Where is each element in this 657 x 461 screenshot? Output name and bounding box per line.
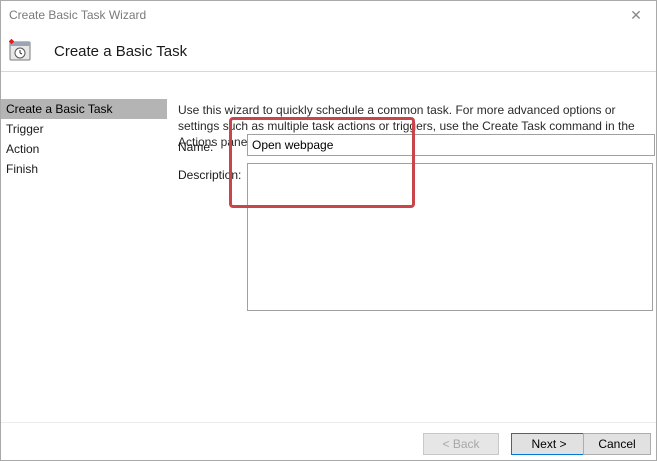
back-button[interactable]: < Back	[423, 433, 499, 455]
wizard-steps: Create a Basic Task Trigger Action Finis…	[1, 99, 169, 179]
title-bar: Create Basic Task Wizard ✕	[1, 1, 656, 29]
next-button[interactable]: Next >	[511, 433, 587, 455]
task-scheduler-icon	[9, 39, 31, 61]
name-label: Name:	[178, 140, 214, 154]
name-field[interactable]	[247, 134, 655, 156]
step-action[interactable]: Action	[1, 139, 169, 159]
step-create-basic-task[interactable]: Create a Basic Task	[1, 99, 167, 119]
cancel-button[interactable]: Cancel	[583, 433, 651, 455]
wizard-header: Create a Basic Task	[1, 29, 656, 69]
page-title: Create a Basic Task	[54, 43, 188, 60]
window-title: Create Basic Task Wizard	[9, 8, 147, 22]
header-divider	[1, 71, 656, 72]
description-field[interactable]	[247, 163, 653, 311]
close-icon[interactable]: ✕	[622, 4, 650, 26]
wizard-window: Create Basic Task Wizard ✕ Create a Basi…	[0, 0, 657, 461]
description-label: Description:	[178, 168, 242, 182]
footer-divider	[1, 422, 656, 423]
step-trigger[interactable]: Trigger	[1, 119, 169, 139]
step-finish[interactable]: Finish	[1, 159, 169, 179]
